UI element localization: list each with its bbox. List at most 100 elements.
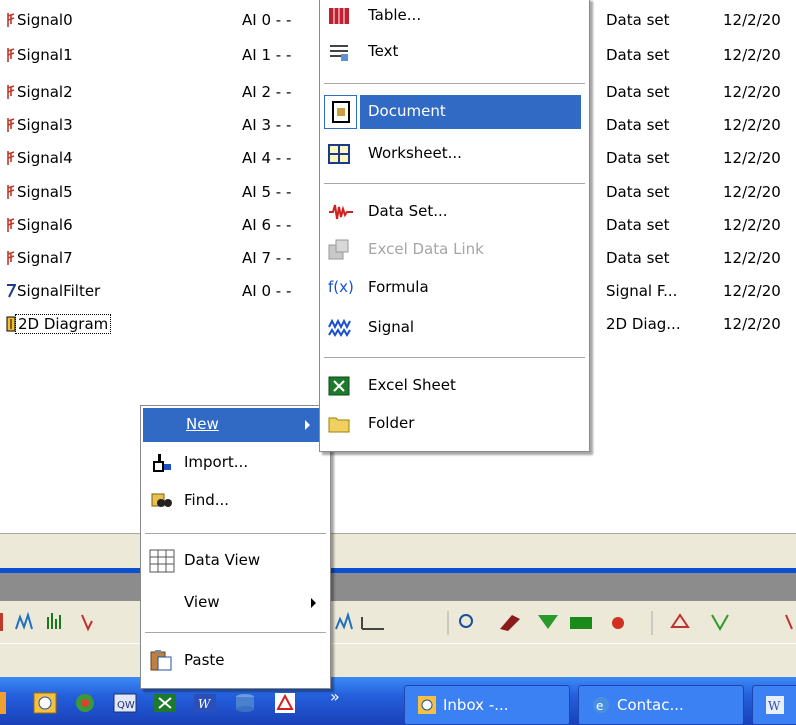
item-date: 12/2/20 xyxy=(723,11,781,29)
signal-data-set-icon xyxy=(7,85,15,99)
excel-data-link-icon xyxy=(328,239,349,260)
taskbar-overflow-chevron[interactable]: » xyxy=(330,687,340,706)
new-submenu: Table... Text Document Worksheet... Data… xyxy=(319,0,590,452)
menu-item-signal[interactable]: Signal xyxy=(320,311,589,345)
item-channel: AI 5 - - xyxy=(242,183,292,201)
item-type: Data set xyxy=(606,183,670,201)
taskbar-button-inbox[interactable]: Inbox -... xyxy=(404,685,570,725)
menu-item-paste[interactable]: Paste xyxy=(141,644,330,678)
menu-label: View xyxy=(184,593,220,611)
menu-label: Find... xyxy=(184,491,230,509)
acrobat-quicklaunch-icon[interactable] xyxy=(272,691,298,715)
item-channel: AI 7 - - xyxy=(242,249,292,267)
menu-item-new[interactable]: New xyxy=(143,408,328,442)
item-type: Data set xyxy=(606,116,670,134)
item-type: Signal F... xyxy=(606,282,678,300)
item-name: Signal1 xyxy=(17,46,73,64)
item-date: 12/2/20 xyxy=(723,46,781,64)
folder-icon xyxy=(328,417,350,433)
menu-label: Excel Data Link xyxy=(368,240,484,258)
item-date: 12/2/20 xyxy=(723,315,781,333)
outlook-icon xyxy=(418,696,436,714)
menu-item-find[interactable]: Find... xyxy=(141,484,330,518)
svg-text:W: W xyxy=(198,697,212,711)
menu-separator xyxy=(324,357,585,358)
toolbar-icons-left[interactable] xyxy=(0,611,93,632)
signal-data-set-icon xyxy=(7,118,15,132)
menu-item-document[interactable]: Document xyxy=(320,95,589,129)
taskbar-button-word[interactable]: W xyxy=(752,685,796,725)
analysis-toolbar xyxy=(0,601,796,643)
menu-item-table[interactable]: Table... xyxy=(320,0,589,33)
menu-item-formula[interactable]: f(x) Formula xyxy=(320,271,589,305)
worksheet-icon xyxy=(328,144,350,164)
item-date: 12/2/20 xyxy=(723,116,781,134)
qw-quicklaunch-icon[interactable]: QW xyxy=(112,691,138,715)
menu-item-folder[interactable]: Folder xyxy=(320,407,589,441)
taskbar-button-contacts[interactable]: e Contac... xyxy=(578,685,744,725)
bottom-panel xyxy=(0,643,796,678)
menu-label: Document xyxy=(368,102,446,120)
excel-sheet-icon xyxy=(328,376,350,396)
menu-separator xyxy=(145,533,326,534)
item-type: Data set xyxy=(606,83,670,101)
item-name: Signal6 xyxy=(17,216,73,234)
item-channel: AI 3 - - xyxy=(242,116,292,134)
start-button-edge[interactable] xyxy=(0,692,6,714)
signal-data-set-icon xyxy=(7,251,15,265)
item-name: Signal7 xyxy=(17,249,73,267)
item-name: Signal3 xyxy=(17,116,73,134)
menu-item-import[interactable]: Import... xyxy=(141,446,330,480)
menu-label: Paste xyxy=(184,651,225,669)
menu-item-data-set[interactable]: Data Set... xyxy=(320,195,589,229)
paste-icon xyxy=(150,650,172,671)
signal-filter-icon xyxy=(7,284,16,298)
menu-item-view[interactable]: View xyxy=(141,586,330,620)
item-name: SignalFilter xyxy=(17,282,101,300)
item-date: 12/2/20 xyxy=(723,83,781,101)
signal-data-set-icon xyxy=(7,185,15,199)
item-type: Data set xyxy=(606,11,670,29)
status-panel xyxy=(0,533,796,570)
messenger-quicklaunch-icon[interactable] xyxy=(72,691,98,715)
menu-label: New xyxy=(186,415,219,433)
menu-label: Signal xyxy=(368,318,415,336)
menu-label: Formula xyxy=(368,278,429,296)
menu-item-excel-data-link: Excel Data Link xyxy=(320,233,589,267)
word-icon: W xyxy=(766,696,784,714)
database-quicklaunch-icon[interactable] xyxy=(232,691,258,715)
menu-item-text[interactable]: Text xyxy=(320,35,589,69)
menu-separator xyxy=(324,183,585,184)
excel-quicklaunch-icon[interactable] xyxy=(152,691,178,715)
menu-item-worksheet[interactable]: Worksheet... xyxy=(320,137,589,171)
item-channel: AI 6 - - xyxy=(242,216,292,234)
signal-data-set-icon xyxy=(7,218,15,232)
signal-data-set-icon xyxy=(7,13,15,27)
item-name: Signal4 xyxy=(17,149,73,167)
formula-icon: f(x) xyxy=(328,278,354,296)
signal-data-set-icon xyxy=(7,151,15,165)
item-date: 12/2/20 xyxy=(723,249,781,267)
document-icon-frame xyxy=(324,95,357,129)
menu-item-excel-sheet[interactable]: Excel Sheet xyxy=(320,369,589,403)
item-date: 12/2/20 xyxy=(723,149,781,167)
menu-item-data-view[interactable]: Data View xyxy=(141,544,330,578)
item-date: 12/2/20 xyxy=(723,216,781,234)
item-type: 2D Diag... xyxy=(606,315,681,333)
context-menu: New Import... Find... Data View View Pas… xyxy=(140,405,331,689)
menu-separator xyxy=(324,83,585,84)
submenu-arrow-icon xyxy=(305,420,310,430)
internet-explorer-icon: e xyxy=(593,697,609,713)
find-icon xyxy=(151,493,172,507)
outlook-quicklaunch-icon[interactable] xyxy=(32,691,58,715)
item-channel: AI 2 - - xyxy=(242,83,292,101)
data-set-icon xyxy=(329,204,353,220)
menu-label: Folder xyxy=(368,414,415,432)
text-icon xyxy=(330,45,348,61)
item-type: Data set xyxy=(606,216,670,234)
toolbar-icons-middle[interactable] xyxy=(335,611,793,635)
word-quicklaunch-icon[interactable]: W xyxy=(192,691,218,715)
menu-label: Text xyxy=(368,42,399,60)
menu-separator xyxy=(145,632,326,633)
menu-label: Excel Sheet xyxy=(368,376,456,394)
